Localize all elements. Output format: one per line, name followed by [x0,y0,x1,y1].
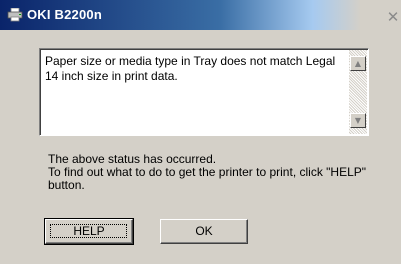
ok-button[interactable]: OK [160,219,248,244]
printer-icon [7,7,23,22]
focus-rectangle [50,224,127,238]
scroll-down-icon[interactable]: ▼ [350,113,366,128]
status-line-2: To find out what to do to get the printe… [48,165,367,192]
close-icon[interactable]: ✕ [385,9,401,25]
window-title: OKI B2200n [27,7,102,22]
vertical-scrollbar[interactable]: ▲ ▼ [349,50,367,134]
title-bar[interactable]: OKI B2200n [0,0,401,30]
dialog-window: OKI B2200n ✕ Paper size or media type in… [0,0,401,264]
help-button[interactable]: HELP [44,218,134,245]
message-textarea[interactable]: Paper size or media type in Tray does no… [39,48,369,136]
status-text: The above status has occurred. To find o… [48,153,378,192]
ok-button-label: OK [195,224,213,238]
scroll-up-icon[interactable]: ▲ [350,56,366,71]
message-text: Paper size or media type in Tray does no… [45,54,336,83]
